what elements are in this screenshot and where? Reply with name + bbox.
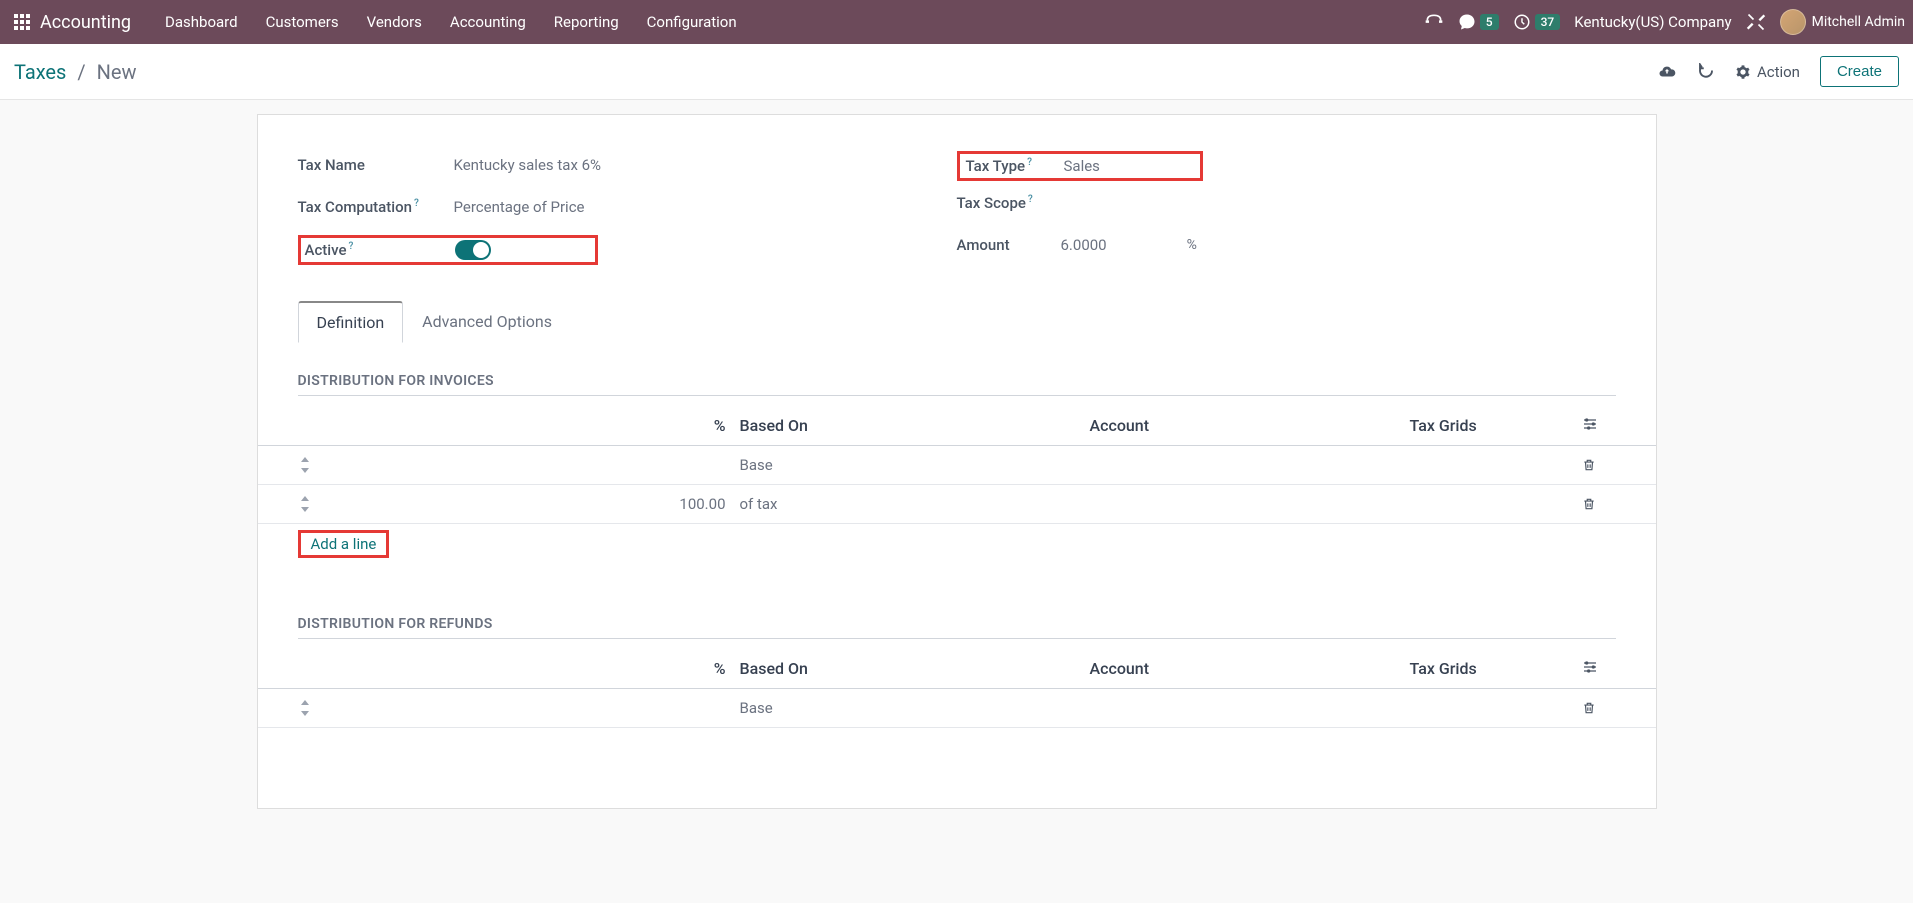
cell-based-on[interactable]: Base <box>740 699 1090 717</box>
tax-scope-label: Tax Scope? <box>957 194 1061 212</box>
form-col-left: Tax Name Kentucky sales tax 6% Tax Compu… <box>298 151 957 279</box>
main-menu: Dashboard Customers Vendors Accounting R… <box>151 0 751 44</box>
options-icon[interactable] <box>1582 416 1622 435</box>
tax-computation-value[interactable]: Percentage of Price <box>454 198 957 216</box>
menu-vendors[interactable]: Vendors <box>353 0 436 44</box>
menu-customers[interactable]: Customers <box>252 0 353 44</box>
highlight-active: Active? <box>298 235 598 265</box>
form-col-right: Tax Type? Sales Tax Scope? Amount 6.0000… <box>957 151 1616 279</box>
action-menu[interactable]: Action <box>1735 63 1800 81</box>
cell-based-on[interactable]: Base <box>740 456 1090 474</box>
col-account: Account <box>1090 416 1410 435</box>
top-nav: Accounting Dashboard Customers Vendors A… <box>0 0 1913 44</box>
cloud-save-icon[interactable] <box>1657 63 1677 81</box>
table-header: % Based On Account Tax Grids <box>258 406 1656 446</box>
breadcrumb-parent[interactable]: Taxes <box>14 60 66 84</box>
create-button[interactable]: Create <box>1820 56 1899 87</box>
delete-row-icon[interactable] <box>1582 701 1622 715</box>
control-panel: Taxes / New Action Create <box>0 44 1913 100</box>
menu-reporting[interactable]: Reporting <box>540 0 633 44</box>
phone-icon[interactable] <box>1424 12 1444 32</box>
avatar <box>1780 9 1806 35</box>
drag-handle-icon[interactable] <box>280 700 330 716</box>
menu-accounting[interactable]: Accounting <box>436 0 540 44</box>
field-tax-name: Tax Name Kentucky sales tax 6% <box>298 151 957 179</box>
table-row[interactable]: Base <box>258 446 1656 485</box>
delete-row-icon[interactable] <box>1582 497 1622 511</box>
breadcrumb-current: New <box>97 60 137 84</box>
tax-name-label: Tax Name <box>298 156 454 174</box>
amount-label: Amount <box>957 236 1061 254</box>
col-pct: % <box>330 416 740 435</box>
col-based-on: Based On <box>740 659 1090 678</box>
table-header: % Based On Account Tax Grids <box>258 649 1656 689</box>
company-selector[interactable]: Kentucky(US) Company <box>1574 13 1731 31</box>
table-row[interactable]: Base <box>258 689 1656 728</box>
amount-value[interactable]: 6.0000 <box>1061 236 1107 254</box>
col-tax-grids: Tax Grids <box>1410 416 1582 435</box>
col-tax-grids: Tax Grids <box>1410 659 1582 678</box>
active-label: Active? <box>305 241 455 259</box>
activities-badge: 37 <box>1535 14 1561 30</box>
action-label: Action <box>1757 63 1800 81</box>
add-line-link[interactable]: Add a line <box>311 535 377 553</box>
tab-advanced[interactable]: Advanced Options <box>403 301 571 343</box>
tools-icon[interactable] <box>1746 12 1766 32</box>
field-tax-computation: Tax Computation? Percentage of Price <box>298 193 957 221</box>
help-icon[interactable]: ? <box>348 241 353 252</box>
control-panel-right: Action Create <box>1657 56 1899 87</box>
discard-icon[interactable] <box>1697 63 1715 81</box>
field-active: Active? <box>298 235 957 265</box>
field-amount: Amount 6.0000 % <box>957 231 1616 259</box>
delete-row-icon[interactable] <box>1582 458 1622 472</box>
app-brand[interactable]: Accounting <box>40 12 131 33</box>
refunds-table: % Based On Account Tax Grids Base <box>258 649 1656 728</box>
help-icon[interactable]: ? <box>1028 194 1033 205</box>
form-sheet: Tax Name Kentucky sales tax 6% Tax Compu… <box>257 114 1657 809</box>
drag-handle-icon[interactable] <box>280 457 330 473</box>
add-line-row: Add a line <box>258 524 1656 566</box>
main-content: Tax Name Kentucky sales tax 6% Tax Compu… <box>0 100 1913 902</box>
drag-handle-icon[interactable] <box>280 496 330 512</box>
invoices-table: % Based On Account Tax Grids Base <box>258 406 1656 566</box>
col-based-on: Based On <box>740 416 1090 435</box>
apps-icon[interactable] <box>8 8 36 36</box>
activities-icon[interactable]: 37 <box>1513 13 1561 31</box>
help-icon[interactable]: ? <box>414 198 419 209</box>
topbar-right: 5 37 Kentucky(US) Company Mitchell Admin <box>1424 9 1905 35</box>
highlight-add-line: Add a line <box>298 530 390 558</box>
active-toggle[interactable] <box>455 240 491 260</box>
col-account: Account <box>1090 659 1410 678</box>
tabs: Definition Advanced Options <box>258 293 1656 343</box>
col-pct: % <box>330 659 740 678</box>
table-row[interactable]: 100.00 of tax <box>258 485 1656 524</box>
tax-type-value[interactable]: Sales <box>1064 157 1194 175</box>
tax-type-label: Tax Type? <box>966 157 1064 175</box>
options-icon[interactable] <box>1582 659 1622 678</box>
user-name: Mitchell Admin <box>1812 14 1905 30</box>
field-tax-type: Tax Type? Sales <box>957 151 1616 181</box>
messages-badge: 5 <box>1480 14 1499 30</box>
section-invoices: DISTRIBUTION FOR INVOICES <box>258 343 1656 406</box>
tab-definition[interactable]: Definition <box>298 301 404 343</box>
messages-icon[interactable]: 5 <box>1458 13 1499 31</box>
help-icon[interactable]: ? <box>1027 157 1032 168</box>
field-tax-scope: Tax Scope? <box>957 189 1616 217</box>
menu-configuration[interactable]: Configuration <box>633 0 751 44</box>
breadcrumb: Taxes / New <box>14 60 136 84</box>
cell-pct[interactable]: 100.00 <box>330 495 740 513</box>
form-grid: Tax Name Kentucky sales tax 6% Tax Compu… <box>258 151 1656 279</box>
highlight-tax-type: Tax Type? Sales <box>957 151 1203 181</box>
cell-based-on[interactable]: of tax <box>740 495 1090 513</box>
breadcrumb-sep: / <box>77 60 85 84</box>
user-menu[interactable]: Mitchell Admin <box>1780 9 1905 35</box>
tax-computation-label: Tax Computation? <box>298 198 454 216</box>
amount-unit: % <box>1187 237 1197 253</box>
section-refunds: DISTRIBUTION FOR REFUNDS <box>258 566 1656 649</box>
menu-dashboard[interactable]: Dashboard <box>151 0 252 44</box>
tax-name-value[interactable]: Kentucky sales tax 6% <box>454 156 957 174</box>
